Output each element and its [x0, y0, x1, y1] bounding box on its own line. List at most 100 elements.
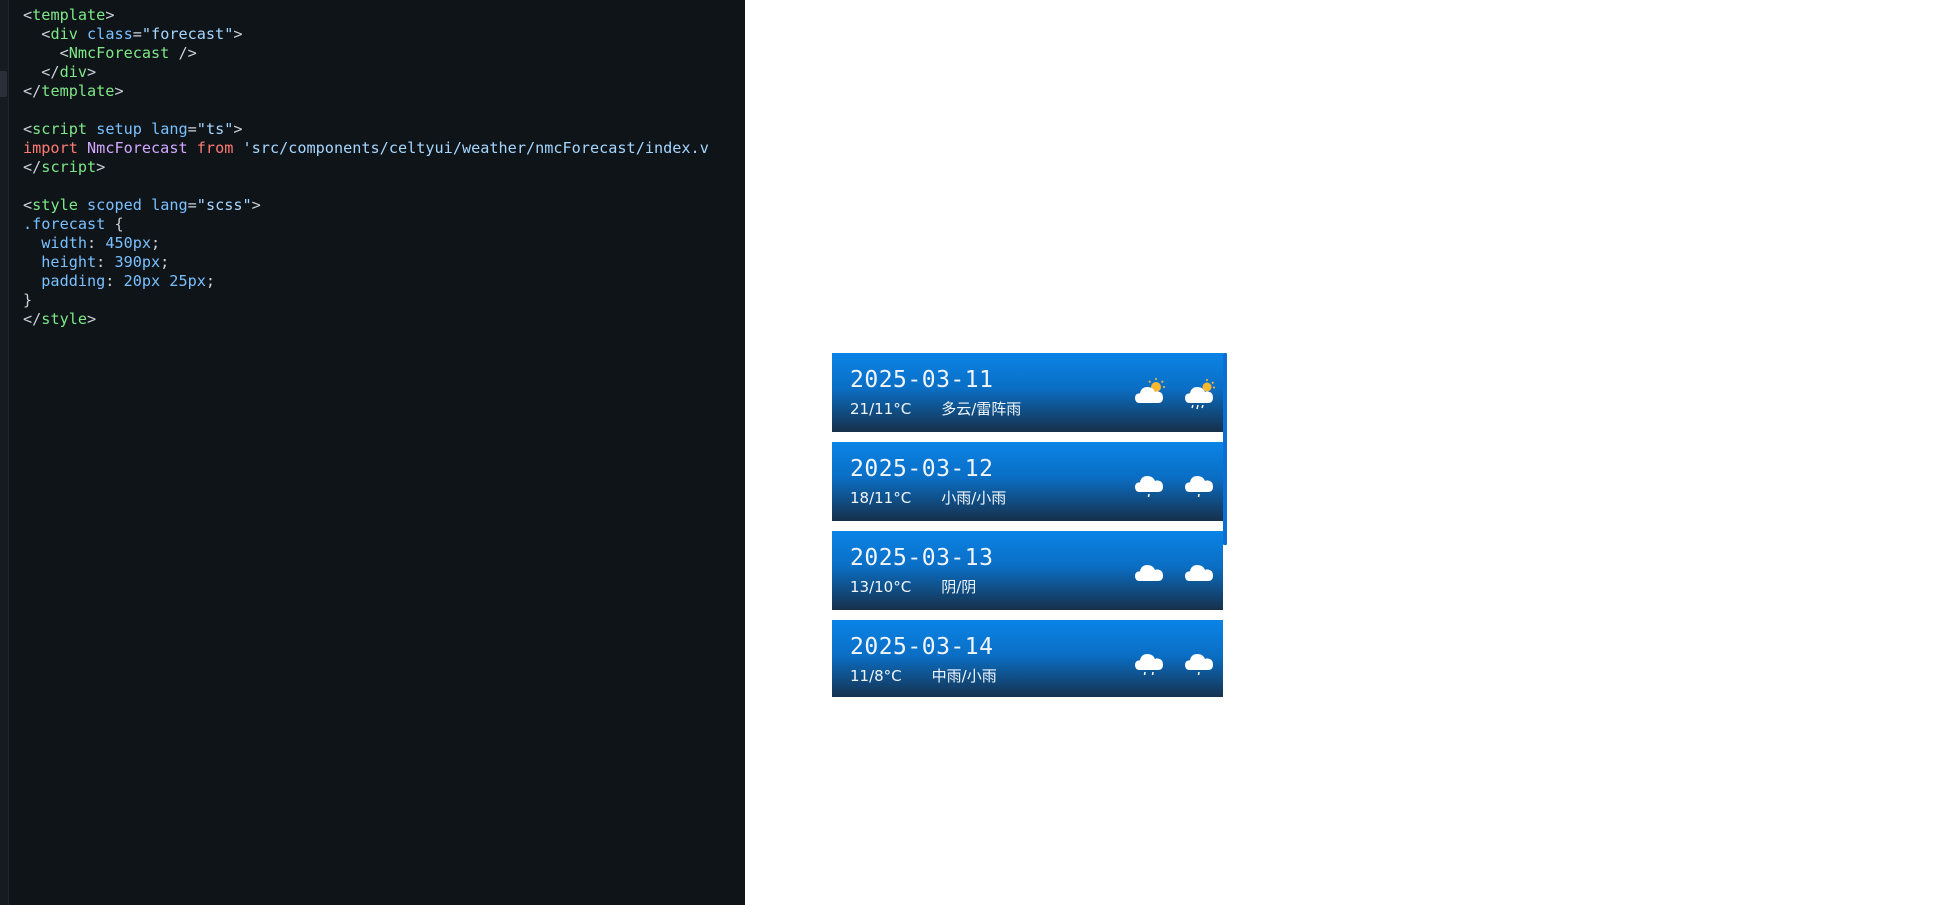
- code-line[interactable]: </div>: [23, 63, 709, 82]
- preview-pane: 2025-03-11 21/11°C 多云/雷阵雨 2025-03-12 18/11°C…: [745, 0, 1952, 905]
- code-line[interactable]: <style scoped lang="scss">: [23, 196, 709, 215]
- code-line[interactable]: <template>: [23, 6, 709, 25]
- code-line[interactable]: <script setup lang="ts">: [23, 120, 709, 139]
- code-token: {: [105, 215, 124, 233]
- code-line[interactable]: </style>: [23, 310, 709, 329]
- code-token: />: [169, 44, 197, 62]
- code-token: <: [23, 25, 51, 43]
- forecast-info: 18/11°C 小雨/小雨: [850, 487, 1006, 508]
- overcast-icon: [1182, 555, 1216, 589]
- code-token: 20px 25px: [123, 272, 206, 290]
- code-token: :: [96, 253, 115, 271]
- forecast-date: 2025-03-13: [850, 545, 994, 571]
- code-token: NmcForecast: [68, 44, 170, 62]
- code-line[interactable]: height: 390px;: [23, 253, 709, 272]
- code-token: =: [187, 196, 197, 214]
- code-token: height: [23, 253, 97, 271]
- code-token: :: [87, 234, 106, 252]
- code-token: }: [23, 291, 33, 309]
- code-token: >: [233, 120, 243, 138]
- light-rain-icon: [1182, 466, 1216, 500]
- code-token: >: [105, 6, 115, 24]
- code-token: >: [251, 196, 261, 214]
- light-rain-icon: [1132, 466, 1166, 500]
- code-token: div: [50, 25, 78, 43]
- light-rain-icon: [1182, 644, 1216, 678]
- code-token: </: [23, 158, 42, 176]
- forecast-condition: 阴/阴: [941, 578, 977, 596]
- forecast-condition: 小雨/小雨: [941, 489, 1007, 507]
- forecast-temperature: 13/10°C: [850, 578, 912, 596]
- code-token: "forecast": [141, 25, 234, 43]
- code-token: <: [23, 6, 33, 24]
- editor-gutter: [0, 0, 9, 905]
- code-line[interactable]: [23, 101, 709, 120]
- forecast-day-card[interactable]: 2025-03-13 13/10°C 阴/阴: [832, 531, 1223, 610]
- code-token: =: [187, 120, 197, 138]
- forecast-info: 11/8°C 中雨/小雨: [850, 665, 997, 686]
- code-token: <: [23, 44, 69, 62]
- forecast-condition: 中雨/小雨: [931, 667, 997, 685]
- code-editor[interactable]: <template> <div class="forecast"> <NmcFo…: [0, 0, 745, 905]
- code-line[interactable]: </script>: [23, 158, 709, 177]
- code-token: <: [23, 120, 33, 138]
- code-token: </: [23, 310, 42, 328]
- code-line[interactable]: <div class="forecast">: [23, 25, 709, 44]
- code-token: 450px: [105, 234, 152, 252]
- code-line[interactable]: import NmcForecast from 'src/components/…: [23, 139, 709, 158]
- code-token: "scss": [196, 196, 252, 214]
- code-token: >: [114, 82, 124, 100]
- partly-cloudy-day-icon: [1132, 377, 1166, 411]
- code-token: ;: [160, 253, 170, 271]
- code-token: template: [32, 6, 106, 24]
- code-token: class: [87, 25, 133, 43]
- code-token: style: [41, 310, 88, 328]
- forecast-day-card[interactable]: 2025-03-14 11/8°C 中雨/小雨: [832, 620, 1223, 697]
- code-token: ;: [205, 272, 216, 290]
- code-line[interactable]: width: 450px;: [23, 234, 709, 253]
- code-content[interactable]: <template> <div class="forecast"> <NmcFo…: [23, 6, 709, 329]
- thunder-shower-icon: [1182, 377, 1216, 411]
- forecast-temperature: 11/8°C: [850, 667, 902, 685]
- forecast-day-card[interactable]: 2025-03-12 18/11°C 小雨/小雨: [832, 442, 1223, 521]
- code-line[interactable]: }: [23, 291, 709, 310]
- code-token: lang: [151, 120, 188, 138]
- code-line[interactable]: </template>: [23, 82, 709, 101]
- forecast-condition: 多云/雷阵雨: [941, 400, 1022, 418]
- code-token: div: [59, 63, 88, 81]
- code-token: >: [96, 158, 106, 176]
- code-token: :: [105, 272, 124, 290]
- code-token: setup: [96, 120, 142, 138]
- forecast-scrollbar[interactable]: [1223, 353, 1227, 545]
- forecast-date: 2025-03-11: [850, 367, 994, 393]
- code-line[interactable]: padding: 20px 25px;: [23, 272, 709, 291]
- moderate-rain-icon: [1132, 644, 1166, 678]
- code-line[interactable]: [23, 177, 709, 196]
- nmc-forecast-widget[interactable]: 2025-03-11 21/11°C 多云/雷阵雨 2025-03-12 18/11°C…: [832, 353, 1224, 697]
- forecast-day-card[interactable]: 2025-03-11 21/11°C 多云/雷阵雨: [832, 353, 1223, 432]
- gutter-fold-marker[interactable]: [0, 71, 7, 97]
- code-token: from: [196, 139, 234, 157]
- code-line[interactable]: <NmcForecast />: [23, 44, 709, 63]
- code-line[interactable]: .forecast {: [23, 215, 709, 234]
- code-token: NmcForecast: [87, 139, 188, 157]
- code-token: .forecast: [23, 215, 106, 233]
- code-token: template: [41, 82, 115, 100]
- overcast-icon: [1132, 555, 1166, 589]
- code-token: </: [23, 82, 42, 100]
- code-token: script: [41, 158, 97, 176]
- code-token: padding: [23, 272, 106, 290]
- code-token: "ts": [196, 120, 234, 138]
- code-token: lang: [151, 196, 188, 214]
- code-token: 390px: [114, 253, 161, 271]
- code-token: =: [132, 25, 142, 43]
- code-token: ;: [151, 234, 161, 252]
- forecast-info: 21/11°C 多云/雷阵雨: [850, 398, 1021, 419]
- code-token: scoped: [87, 196, 142, 214]
